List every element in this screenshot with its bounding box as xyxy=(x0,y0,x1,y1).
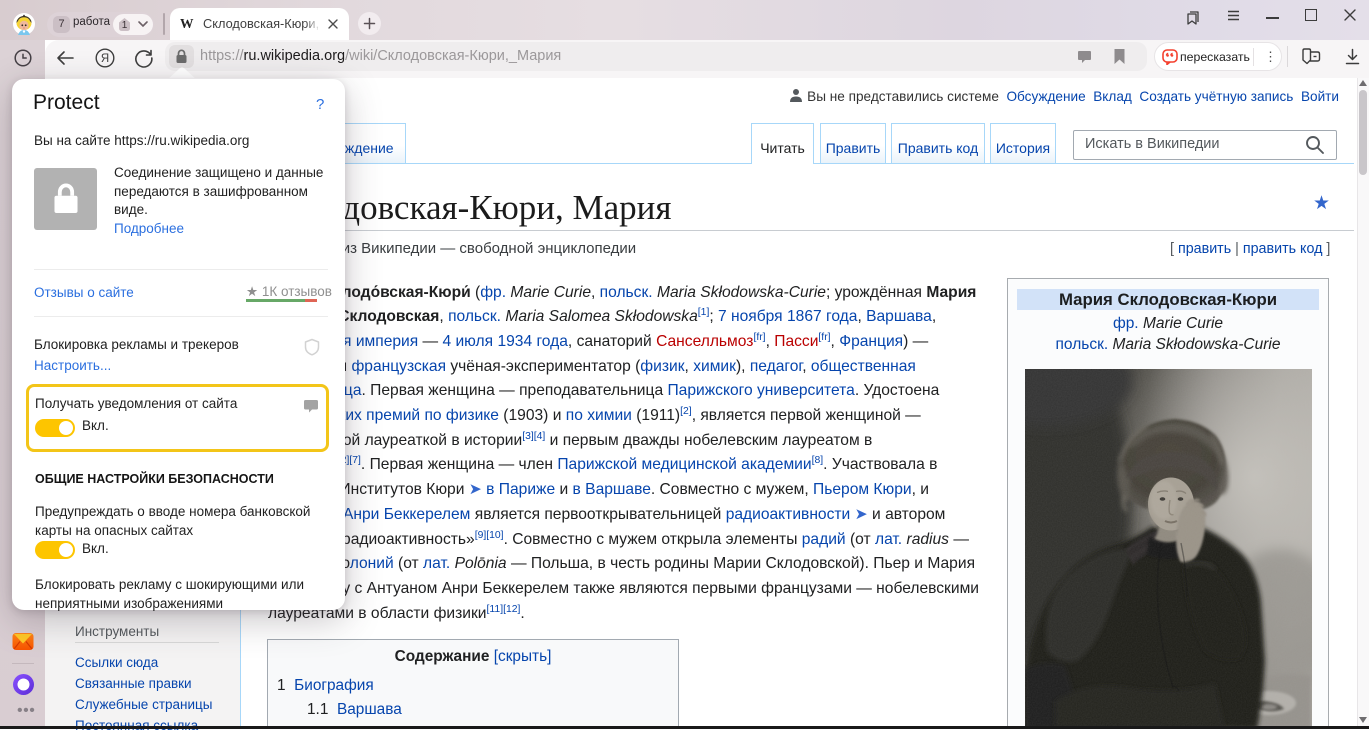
svg-text:1: 1 xyxy=(122,20,128,31)
svg-text:Я: Я xyxy=(101,53,109,65)
